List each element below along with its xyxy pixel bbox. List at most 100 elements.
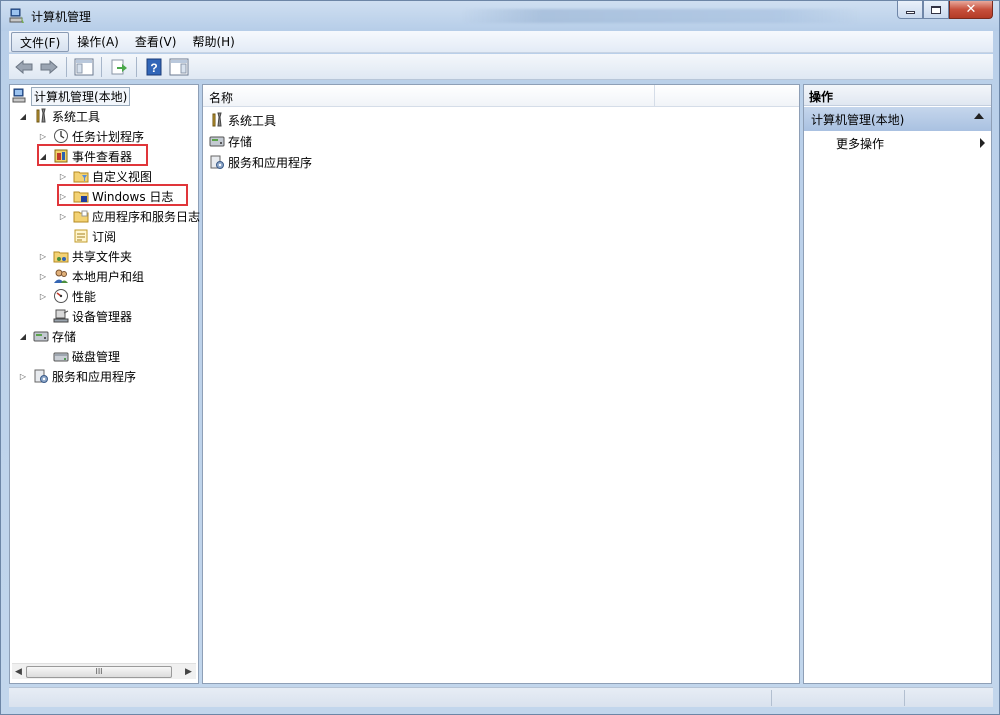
menu-help[interactable]: 帮助(H) [184, 32, 242, 52]
console-tree-icon [74, 58, 94, 75]
scroll-left-icon[interactable]: ◀ [15, 667, 25, 677]
list-item-system-tools[interactable]: 系统工具 [209, 110, 276, 130]
tree-item-app-service-logs[interactable]: ▷ 应用程序和服务日志 [58, 206, 200, 226]
toolbar-separator [66, 56, 67, 77]
storage-icon [209, 136, 225, 147]
back-button[interactable] [13, 57, 35, 77]
action-pane-icon [169, 58, 189, 75]
tree-label: 存储 [52, 329, 77, 344]
list-item-storage[interactable]: 存储 [209, 131, 252, 151]
tools-icon [212, 112, 222, 127]
window: 计算机管理 ✕ 文件(F) 操作(A) 查看(V) 帮助(H) ? 计算机管理(… [0, 0, 1000, 715]
svg-text:?: ? [150, 61, 157, 75]
toolbar-separator [101, 56, 102, 77]
expand-arrow-icon[interactable]: ▷ [38, 251, 48, 261]
forward-arrow-icon [40, 59, 58, 74]
tree-item-performance[interactable]: ▷ 性能 [38, 286, 96, 306]
performance-gauge-icon [54, 289, 68, 303]
list-item-label: 存储 [228, 134, 253, 149]
minimize-button[interactable] [897, 1, 923, 19]
title-bar-blur [461, 9, 861, 23]
window-title: 计算机管理 [31, 10, 92, 24]
services-icon [210, 155, 224, 169]
status-divider [771, 690, 772, 706]
title-bar: 计算机管理 ✕ [1, 1, 999, 31]
tree-root-label: 计算机管理(本地) [31, 86, 131, 106]
tree-horizontal-scrollbar[interactable]: ◀ III ▶ [12, 663, 196, 679]
tree-item-storage[interactable]: ◢ 存储 [18, 326, 76, 346]
window-controls: ✕ [897, 1, 993, 21]
scroll-thumb[interactable]: III [26, 666, 172, 678]
list-item-services-apps[interactable]: 服务和应用程序 [209, 152, 312, 172]
expand-arrow-icon[interactable]: ▷ [38, 131, 48, 141]
collapse-arrow-icon[interactable]: ◢ [18, 331, 28, 341]
tree-label: 性能 [72, 289, 97, 304]
services-icon [34, 369, 48, 383]
list-item-label: 服务和应用程序 [228, 155, 313, 170]
expand-arrow-icon[interactable]: ▷ [38, 291, 48, 301]
tree-label: 磁盘管理 [72, 349, 121, 364]
column-divider[interactable] [654, 85, 655, 107]
menu-action[interactable]: 操作(A) [69, 32, 127, 52]
more-actions-item[interactable]: 更多操作 [836, 135, 884, 152]
tree-item-subscriptions[interactable]: 订阅 [73, 226, 116, 246]
action-section-header[interactable]: 计算机管理(本地) [804, 107, 991, 131]
device-manager-icon [53, 309, 69, 323]
tree-label: 任务计划程序 [72, 129, 145, 144]
subscription-icon [74, 229, 88, 243]
tree-label: 系统工具 [52, 109, 101, 124]
column-header[interactable]: 名称 [203, 85, 799, 107]
tree-label: 服务和应用程序 [52, 369, 137, 384]
back-arrow-icon [15, 59, 33, 74]
tree-item-system-tools[interactable]: ◢ 系统工具 [18, 106, 100, 126]
help-icon: ? [146, 58, 162, 75]
export-icon [111, 59, 127, 74]
minimize-icon [905, 11, 915, 14]
tree-item-custom-views[interactable]: ▷ 自定义视图 [58, 166, 152, 186]
export-list-button[interactable] [108, 57, 130, 77]
toolbar-separator [136, 56, 137, 77]
result-list: 名称 系统工具 存储 服务和应用程序 [202, 84, 800, 684]
list-item-label: 系统工具 [228, 113, 277, 128]
menu-file[interactable]: 文件(F) [11, 31, 70, 52]
expand-arrow-icon[interactable]: ▷ [58, 211, 68, 221]
expand-arrow-icon[interactable]: ▷ [58, 171, 68, 181]
maximize-icon [931, 5, 941, 14]
tree-item-local-users[interactable]: ▷ 本地用户和组 [38, 266, 144, 286]
help-button[interactable]: ? [143, 57, 165, 77]
folder-icon [73, 210, 89, 223]
tree-item-disk-management[interactable]: 磁盘管理 [53, 346, 120, 366]
maximize-button[interactable] [923, 1, 949, 19]
show-hide-action-pane-button[interactable] [168, 57, 190, 77]
tools-icon [36, 108, 46, 123]
expand-arrow-icon[interactable]: ▷ [18, 371, 28, 381]
clock-icon [54, 129, 68, 143]
close-button[interactable]: ✕ [949, 1, 993, 19]
users-icon [54, 269, 68, 283]
tree-label: 订阅 [92, 229, 117, 244]
tree-item-shared-folders[interactable]: ▷ 共享文件夹 [38, 246, 132, 266]
submenu-arrow-icon[interactable] [980, 138, 985, 148]
scroll-right-icon[interactable]: ▶ [185, 667, 195, 677]
disk-icon [53, 352, 69, 362]
menu-bar: 文件(F) 操作(A) 查看(V) 帮助(H) [9, 31, 993, 53]
show-hide-tree-button[interactable] [73, 57, 95, 77]
tree-root[interactable]: 计算机管理(本地) [12, 86, 131, 106]
close-icon: ✕ [965, 1, 977, 17]
tree-label: 自定义视图 [92, 169, 153, 184]
tree-item-task-scheduler[interactable]: ▷ 任务计划程序 [38, 126, 144, 146]
collapse-arrow-icon[interactable]: ◢ [18, 111, 28, 121]
menu-view[interactable]: 查看(V) [127, 32, 185, 52]
tree-item-services-apps[interactable]: ▷ 服务和应用程序 [18, 366, 136, 386]
tree-label: 应用程序和服务日志 [92, 209, 201, 224]
forward-button[interactable] [38, 57, 60, 77]
collapse-up-icon[interactable] [974, 113, 984, 119]
tree-item-device-manager[interactable]: 设备管理器 [53, 306, 132, 326]
toolbar: ? [9, 54, 993, 80]
storage-icon [33, 331, 49, 342]
expand-arrow-icon[interactable]: ▷ [38, 271, 48, 281]
tree-label: 本地用户和组 [72, 269, 145, 284]
tree-label: 共享文件夹 [72, 249, 133, 264]
highlight-box-event-viewer [37, 144, 148, 166]
column-name-header[interactable]: 名称 [209, 89, 233, 106]
